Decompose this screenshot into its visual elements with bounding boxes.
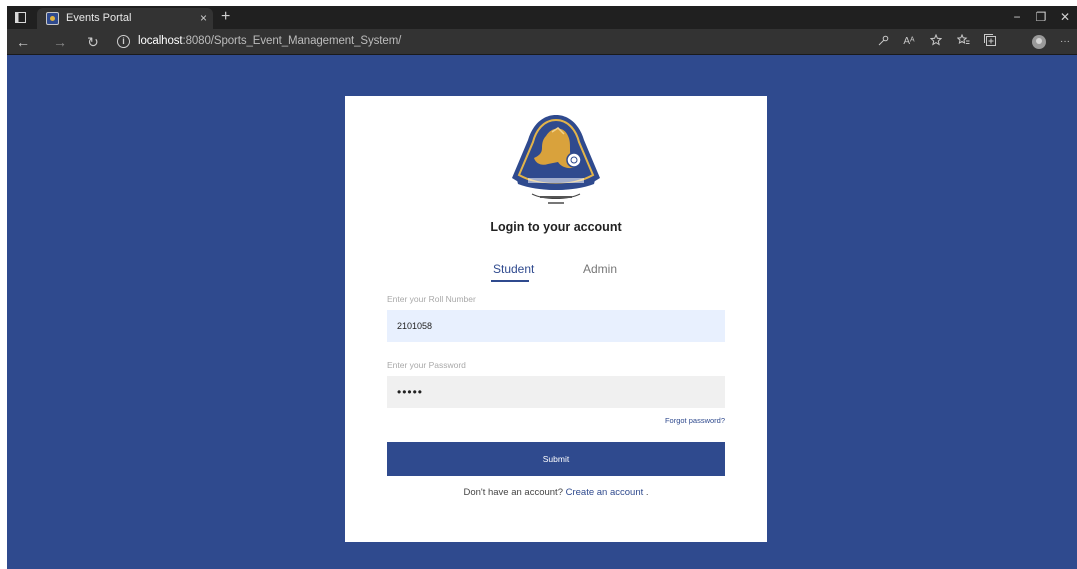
new-tab-icon[interactable]: + — [221, 8, 230, 26]
info-icon[interactable]: i — [117, 35, 130, 48]
refresh-icon[interactable]: ↻ — [83, 29, 103, 55]
more-menu-icon[interactable]: ··· — [1054, 29, 1076, 55]
favorites-icon[interactable] — [952, 29, 974, 55]
browser-tab[interactable]: Events Portal × — [37, 8, 213, 29]
read-aloud-icon[interactable]: Aᴬ — [898, 29, 920, 55]
password-input[interactable] — [387, 376, 725, 408]
login-heading: Login to your account — [490, 220, 622, 234]
workspaces-icon[interactable] — [13, 6, 27, 31]
college-logo-icon — [512, 115, 600, 204]
signup-prompt-text: Don't have an account? — [463, 487, 563, 498]
collections-icon[interactable] — [979, 29, 1001, 55]
password-label: Enter your Password — [387, 360, 466, 370]
close-window-icon[interactable]: ✕ — [1053, 6, 1077, 29]
browser-window: Events Portal × + − ❐ ✕ ← → ↻ i localhos… — [7, 6, 1077, 569]
forgot-password-link[interactable]: Forgot password? — [665, 416, 725, 425]
tab-title: Events Portal — [66, 12, 132, 24]
add-favorite-icon[interactable] — [925, 29, 947, 55]
key-icon[interactable] — [872, 29, 894, 55]
title-bar: Events Portal × + − ❐ ✕ — [7, 6, 1077, 29]
login-card: Login to your account Student Admin Ente… — [345, 96, 767, 542]
college-favicon-icon — [46, 12, 59, 25]
forward-icon[interactable]: → — [50, 29, 70, 55]
roll-number-input[interactable] — [387, 310, 725, 342]
submit-button[interactable]: Submit — [387, 442, 725, 476]
url-host: localhost — [138, 35, 183, 47]
tab-student[interactable]: Student — [493, 262, 534, 276]
close-tab-icon[interactable]: × — [200, 11, 207, 25]
back-icon[interactable]: ← — [13, 29, 33, 55]
address-bar: ← → ↻ i localhost:8080/Sports_Event_Mana… — [7, 29, 1077, 55]
restore-icon[interactable]: ❐ — [1029, 6, 1053, 29]
minimize-icon[interactable]: − — [1005, 6, 1029, 29]
create-account-link[interactable]: Create an account — [566, 487, 644, 498]
profile-avatar-icon[interactable] — [1032, 35, 1046, 49]
signup-suffix: . — [643, 487, 649, 498]
tab-admin[interactable]: Admin — [583, 262, 617, 276]
active-tab-indicator — [491, 280, 529, 282]
roll-number-label: Enter your Roll Number — [387, 294, 476, 304]
url-field[interactable]: localhost:8080/Sports_Event_Management_S… — [138, 35, 401, 47]
signup-prompt: Don't have an account? Create an account… — [345, 487, 767, 498]
url-path: :8080/Sports_Event_Management_System/ — [182, 35, 402, 47]
